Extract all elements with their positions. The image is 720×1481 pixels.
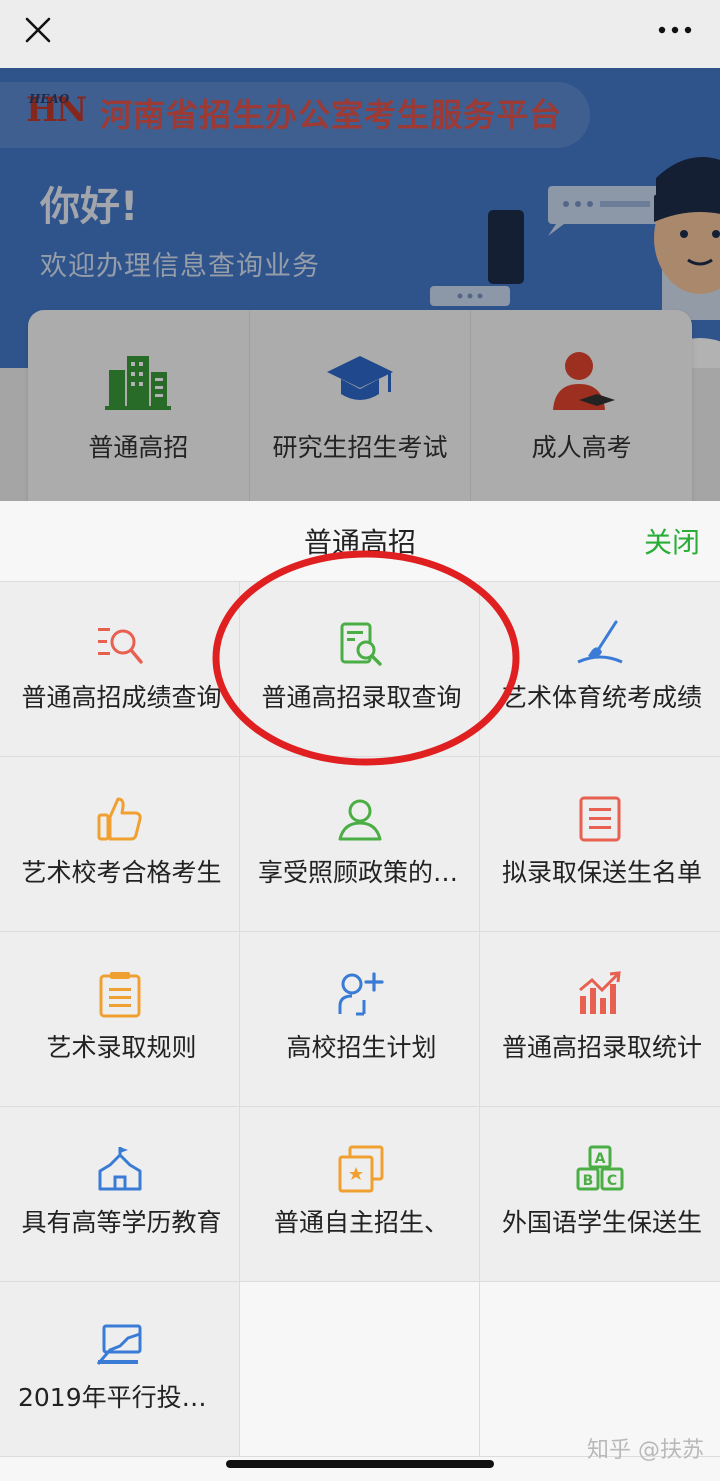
grid-row: 艺术校考合格考生 享受照顾政策的考生 拟录取保送生名单	[0, 757, 720, 932]
more-dots-icon[interactable]	[650, 10, 700, 50]
grid-item-label: 普通高招成绩查询	[21, 683, 222, 712]
bar-chart-icon	[579, 971, 621, 1014]
grid-item-recommended-list[interactable]: 拟录取保送生名单	[480, 757, 720, 931]
svg-text:A: A	[595, 1151, 606, 1167]
watermark: 知乎 @扶苏	[587, 1438, 704, 1463]
grid-item-enrollment-plan[interactable]: 高校招生计划	[240, 932, 480, 1106]
school-icon	[98, 1147, 141, 1191]
grid-item-label: 艺术校考合格考生	[21, 858, 222, 887]
grid-row: 2019年平行投档分数线	[0, 1282, 720, 1457]
top-bar	[0, 0, 720, 68]
dim-overlay[interactable]	[0, 68, 720, 501]
grid-empty-cell	[240, 1282, 480, 1456]
grid-empty-cell	[480, 1282, 720, 1456]
grid-item-independent-admission[interactable]: 普通自主招生、	[240, 1107, 480, 1281]
grid-item-label: 2019年平行投档分数线	[18, 1383, 225, 1412]
home-indicator[interactable]	[226, 1460, 494, 1468]
sheet-close-button[interactable]: 关闭	[644, 521, 700, 561]
grid-item-label: 外国语学生保送生	[501, 1208, 702, 1237]
grid-item-label: 具有高等学历教育	[21, 1208, 222, 1237]
grid-item-label: 拟录取保送生名单	[501, 858, 702, 887]
svg-text:B: B	[583, 1173, 594, 1189]
brush-icon	[577, 620, 623, 664]
chart-line-icon	[96, 1324, 141, 1365]
grid-item-score-query[interactable]: 普通高招成绩查询	[0, 582, 240, 756]
grid-item-label: 艺术体育统考成绩	[501, 683, 702, 712]
grid-item-label: 享受照顾政策的考生	[258, 858, 465, 887]
grid-item-foreign-language[interactable]: A B C 外国语学生保送生	[480, 1107, 720, 1281]
red-circle-annotation	[212, 550, 520, 766]
list-icon	[579, 796, 621, 842]
close-icon[interactable]	[18, 10, 58, 50]
search-list-icon	[97, 628, 143, 664]
grid-item-policy-students[interactable]: 享受照顾政策的考生	[240, 757, 480, 931]
thumbs-up-icon	[97, 797, 142, 841]
abc-blocks-icon: A B C	[576, 1145, 624, 1191]
clipboard-icon	[99, 972, 140, 1018]
user-add-icon	[338, 972, 384, 1016]
grid-row: 艺术录取规则 高校招生计划 普通高招录取统计	[0, 932, 720, 1107]
user-icon	[338, 799, 381, 841]
star-cards-icon	[338, 1145, 383, 1193]
grid-item-admission-stats[interactable]: 普通高招录取统计	[480, 932, 720, 1106]
grid-item-label: 普通高招录取统计	[501, 1033, 702, 1062]
grid-item-higher-education[interactable]: 具有高等学历教育	[0, 1107, 240, 1281]
grid-item-label: 艺术录取规则	[46, 1033, 197, 1062]
svg-text:C: C	[607, 1173, 617, 1189]
grid-item-parallel-score-line[interactable]: 2019年平行投档分数线	[0, 1282, 240, 1456]
grid-item-art-school-exam[interactable]: 艺术校考合格考生	[0, 757, 240, 931]
grid-item-label: 普通自主招生、	[273, 1208, 449, 1237]
grid-row: 具有高等学历教育 普通自主招生、 A B C 外国语学生保送生	[0, 1107, 720, 1282]
grid-item-label: 高校招生计划	[286, 1033, 437, 1062]
grid-item-art-rules[interactable]: 艺术录取规则	[0, 932, 240, 1106]
